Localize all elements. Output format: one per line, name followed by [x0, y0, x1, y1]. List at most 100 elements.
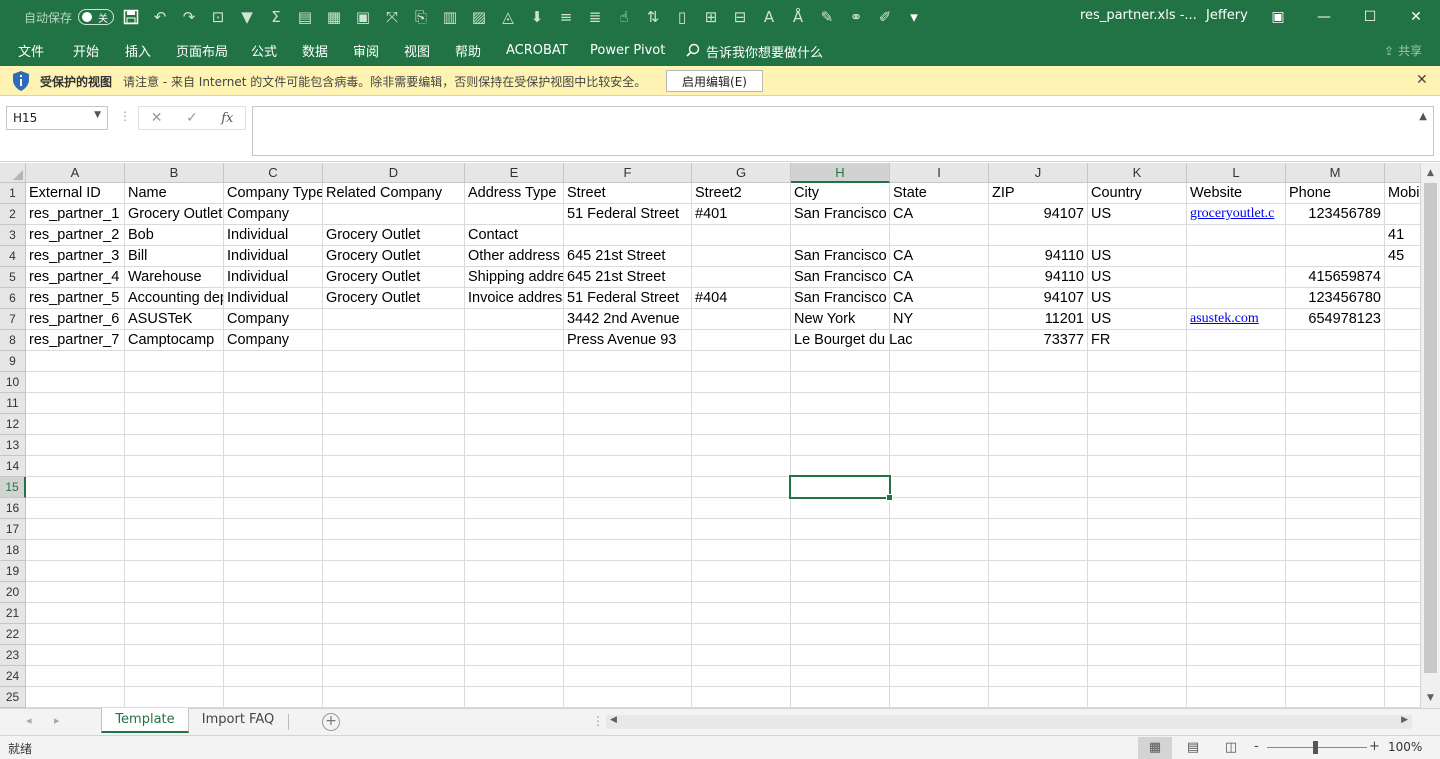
maximize-icon[interactable]: ☐	[1347, 0, 1393, 34]
tab-home[interactable]: 开始	[73, 41, 99, 60]
tab-data[interactable]: 数据	[302, 41, 328, 60]
cell-b1[interactable]: Name	[125, 183, 223, 203]
row-header-8[interactable]: 8	[0, 330, 26, 351]
cell-c2[interactable]: Company	[224, 204, 322, 224]
column-header-l[interactable]: L	[1187, 163, 1286, 183]
column-header-f[interactable]: F	[564, 163, 692, 183]
brush-icon[interactable]: ✐	[873, 6, 897, 28]
name-box[interactable]: H15 ▼	[6, 106, 108, 130]
cell-e5[interactable]: Shipping address	[465, 267, 563, 287]
row-header-6[interactable]: 6	[0, 288, 26, 309]
cell-m6[interactable]: 123456780	[1286, 288, 1384, 308]
column-header-m[interactable]: M	[1286, 163, 1385, 183]
fill-color-icon[interactable]: ◬	[496, 6, 520, 28]
row-header-25[interactable]: 25	[0, 687, 26, 708]
row-header-10[interactable]: 10	[0, 372, 26, 393]
scroll-left-icon[interactable]: ◀	[610, 715, 617, 725]
row-header-12[interactable]: 12	[0, 414, 26, 435]
columns-icon[interactable]: ▥	[438, 6, 462, 28]
column-header-g[interactable]: G	[692, 163, 791, 183]
cell-k1[interactable]: Country	[1088, 183, 1186, 203]
column-header-a[interactable]: A	[26, 163, 125, 183]
cell-d4[interactable]: Grocery Outlet	[323, 246, 464, 266]
drag-handle-icon[interactable]: ⋮	[119, 109, 131, 123]
cell-f5[interactable]: 645 21st Street	[564, 267, 691, 287]
row-header-23[interactable]: 23	[0, 645, 26, 666]
autosum-icon[interactable]: Σ	[264, 6, 288, 28]
close-icon[interactable]: ✕	[1393, 0, 1439, 34]
tab-insert[interactable]: 插入	[125, 41, 151, 60]
row-header-1[interactable]: 1	[0, 183, 26, 204]
borders-icon[interactable]: ▦	[322, 6, 346, 28]
autosave-toggle[interactable]: 关	[78, 9, 115, 25]
row-header-11[interactable]: 11	[0, 393, 26, 414]
sheet-tab-import-faq[interactable]: Import FAQ	[190, 708, 286, 733]
cell-c1[interactable]: Company Type	[224, 183, 322, 203]
zoom-out-button[interactable]: -	[1254, 739, 1259, 754]
add-sheet-button[interactable]: +	[322, 713, 340, 731]
page-break-view-icon[interactable]: ◫	[1214, 737, 1248, 759]
cell-k4[interactable]: US	[1088, 246, 1186, 266]
cell-n4[interactable]: 45	[1385, 246, 1420, 266]
cell-j4[interactable]: 94110	[989, 246, 1087, 266]
cell-b7[interactable]: ASUSTeK	[125, 309, 223, 329]
row-header-2[interactable]: 2	[0, 204, 26, 225]
column-header-i[interactable]: I	[890, 163, 989, 183]
cell-f7[interactable]: 3442 2nd Avenue	[564, 309, 691, 329]
tab-view[interactable]: 视图	[404, 41, 430, 60]
cell-c4[interactable]: Individual	[224, 246, 322, 266]
gridlines-icon[interactable]: ⊟	[728, 6, 752, 28]
cell-k5[interactable]: US	[1088, 267, 1186, 287]
row-header-9[interactable]: 9	[0, 351, 26, 372]
cell-k7[interactable]: US	[1088, 309, 1186, 329]
row-header-5[interactable]: 5	[0, 267, 26, 288]
row-header-7[interactable]: 7	[0, 309, 26, 330]
scroll-right-icon[interactable]: ▶	[1401, 715, 1408, 725]
row-header-17[interactable]: 17	[0, 519, 26, 540]
tab-help[interactable]: 帮助	[455, 41, 481, 60]
row-header-15[interactable]: 15	[0, 477, 26, 498]
cell-m7[interactable]: 654978123	[1286, 309, 1384, 329]
cell-d3[interactable]: Grocery Outlet	[323, 225, 464, 245]
cell-f2[interactable]: 51 Federal Street	[564, 204, 691, 224]
row-header-19[interactable]: 19	[0, 561, 26, 582]
cell-i5[interactable]: CA	[890, 267, 988, 287]
cell-k2[interactable]: US	[1088, 204, 1186, 224]
tab-review[interactable]: 审阅	[353, 41, 379, 60]
align-left-icon[interactable]: ≣	[583, 6, 607, 28]
prev-sheet-icon[interactable]: ◂	[26, 714, 32, 727]
zoom-slider-thumb[interactable]	[1313, 741, 1318, 754]
redo-icon[interactable]: ↷	[177, 6, 201, 28]
paste-icon[interactable]: ⎘	[409, 6, 433, 28]
scroll-thumb[interactable]	[1424, 183, 1437, 673]
tab-page-layout[interactable]: 页面布局	[176, 41, 228, 60]
cell-e3[interactable]: Contact	[465, 225, 563, 245]
tell-me-search[interactable]: 告诉我你想要做什么	[686, 42, 823, 61]
cell-h1[interactable]: City	[791, 183, 889, 203]
sheet-tab-template[interactable]: Template	[101, 708, 189, 733]
cell-e6[interactable]: Invoice address	[465, 288, 563, 308]
cell-a2[interactable]: res_partner_1	[26, 204, 124, 224]
cell-a5[interactable]: res_partner_4	[26, 267, 124, 287]
cell-j6[interactable]: 94107	[989, 288, 1087, 308]
cell-c3[interactable]: Individual	[224, 225, 322, 245]
cell-b4[interactable]: Bill	[125, 246, 223, 266]
confirm-entry-icon[interactable]: ✓	[174, 110, 209, 126]
chevron-down-icon[interactable]: ▼	[94, 110, 101, 120]
cancel-entry-icon[interactable]: ✕	[139, 110, 174, 126]
cell-f6[interactable]: 51 Federal Street	[564, 288, 691, 308]
cell-e4[interactable]: Other address	[465, 246, 563, 266]
zoom-level[interactable]: 100%	[1388, 740, 1422, 754]
cell-l2[interactable]: groceryoutlet.c	[1187, 204, 1285, 224]
cell-j5[interactable]: 94110	[989, 267, 1087, 287]
enable-editing-button[interactable]: 启用编辑(E)	[666, 70, 763, 92]
cell-i7[interactable]: NY	[890, 309, 988, 329]
cell-c7[interactable]: Company	[224, 309, 322, 329]
cell-d5[interactable]: Grocery Outlet	[323, 267, 464, 287]
column-header-k[interactable]: K	[1088, 163, 1187, 183]
cell-i2[interactable]: CA	[890, 204, 988, 224]
customize-qat-icon[interactable]: ▾	[902, 6, 926, 28]
link-icon[interactable]: ⚭	[844, 6, 868, 28]
scroll-down-icon[interactable]: ▼	[1421, 690, 1440, 706]
cell-g2[interactable]: #401	[692, 204, 790, 224]
